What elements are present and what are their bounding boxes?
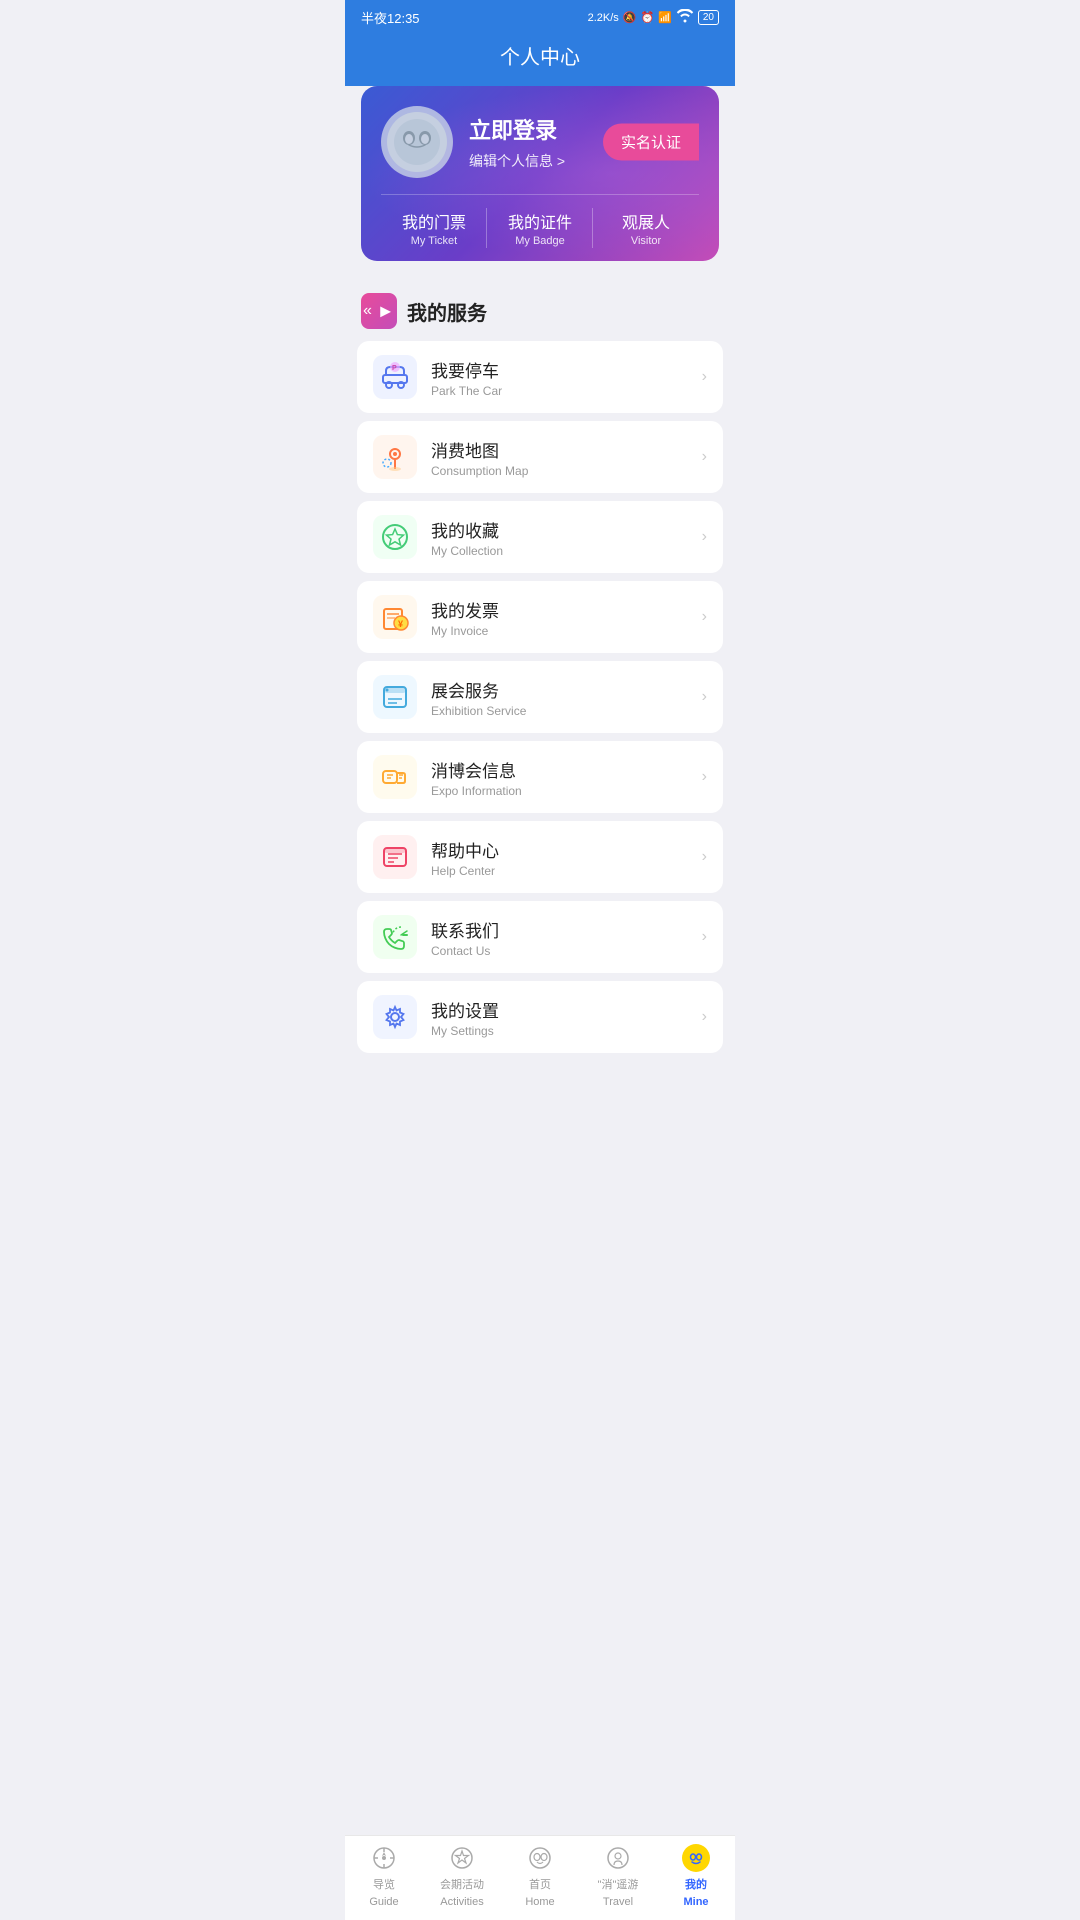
svg-text:P: P — [392, 365, 397, 372]
parking-label-zh: 我要停车 — [431, 357, 688, 382]
nav-activities-sublabel: Activities — [440, 1896, 483, 1908]
contact-label-zh: 联系我们 — [431, 917, 688, 942]
page-title: 个人中心 — [500, 47, 580, 69]
nav-mine[interactable]: 我的 Mine — [657, 1844, 735, 1908]
expo-label-en: Expo Information — [431, 784, 688, 798]
battery-indicator: 20 — [698, 10, 719, 25]
invoice-label-en: My Invoice — [431, 624, 688, 638]
real-name-button[interactable]: 实名认证 — [603, 124, 699, 161]
contact-arrow: › — [702, 928, 707, 946]
svg-text:¥: ¥ — [398, 619, 403, 629]
speed-indicator: 2.2K/s — [588, 12, 619, 24]
settings-arrow: › — [702, 1008, 707, 1026]
profile-banner: 立即登录 编辑个人信息 > 实名认证 我的门票 My Ticket 我的证件 M… — [361, 86, 719, 261]
menu-item-invoice[interactable]: ¥ 我的发票 My Invoice › — [357, 581, 723, 653]
status-icons: 2.2K/s 🔕 ⏰ 📶 20 — [588, 9, 719, 26]
map-label-zh: 消费地图 — [431, 437, 688, 462]
nav-home-sublabel: Home — [525, 1896, 554, 1908]
expo-icon — [373, 755, 417, 799]
nav-mine-sublabel: Mine — [683, 1896, 708, 1908]
exhibition-label-zh: 展会服务 — [431, 677, 688, 702]
tab-my-badge[interactable]: 我的证件 My Badge — [487, 195, 593, 261]
nav-travel[interactable]: "消"遥游 Travel — [579, 1844, 657, 1908]
help-label-en: Help Center — [431, 864, 688, 878]
mine-icon — [682, 1844, 710, 1872]
home-icon — [526, 1844, 554, 1872]
avatar — [381, 106, 453, 178]
nav-guide[interactable]: 导览 Guide — [345, 1844, 423, 1908]
travel-icon — [604, 1844, 632, 1872]
menu-item-contact[interactable]: 联系我们 Contact Us › — [357, 901, 723, 973]
help-label-zh: 帮助中心 — [431, 837, 688, 862]
expo-label-zh: 消博会信息 — [431, 757, 688, 782]
nav-activities-label: 会期活动 — [440, 1876, 484, 1892]
guide-icon — [370, 1844, 398, 1872]
mute-icon: 🔕 — [623, 11, 637, 24]
menu-item-help[interactable]: 帮助中心 Help Center › — [357, 821, 723, 893]
bottom-nav: 导览 Guide 会期活动 Activities 首页 Home — [345, 1835, 735, 1920]
status-bar: 半夜12:35 2.2K/s 🔕 ⏰ 📶 20 — [345, 0, 735, 33]
exhibition-arrow: › — [702, 688, 707, 706]
nav-travel-sublabel: Travel — [603, 1896, 633, 1908]
services-icon — [361, 293, 397, 329]
services-title: 我的服务 — [407, 297, 487, 326]
invoice-arrow: › — [702, 608, 707, 626]
contact-icon — [373, 915, 417, 959]
collection-arrow: › — [702, 528, 707, 546]
exhibition-icon — [373, 675, 417, 719]
help-icon — [373, 835, 417, 879]
menu-item-map[interactable]: 消费地图 Consumption Map › — [357, 421, 723, 493]
invoice-icon: ¥ — [373, 595, 417, 639]
menu-item-parking[interactable]: P 我要停车 Park The Car › — [357, 341, 723, 413]
map-icon — [373, 435, 417, 479]
menu-item-expo[interactable]: 消博会信息 Expo Information › — [357, 741, 723, 813]
banner-tabs: 我的门票 My Ticket 我的证件 My Badge 观展人 Visitor — [381, 194, 699, 261]
alarm-icon: ⏰ — [640, 11, 654, 24]
menu-item-collection[interactable]: 我的收藏 My Collection › — [357, 501, 723, 573]
services-section-header: 我的服务 — [345, 277, 735, 341]
map-label-en: Consumption Map — [431, 464, 688, 478]
contact-label-en: Contact Us — [431, 944, 688, 958]
invoice-label-zh: 我的发票 — [431, 597, 688, 622]
settings-label-zh: 我的设置 — [431, 997, 688, 1022]
parking-label-en: Park The Car — [431, 384, 688, 398]
status-time: 半夜12:35 — [361, 8, 420, 27]
nav-guide-sublabel: Guide — [369, 1896, 398, 1908]
page-header: 个人中心 — [345, 33, 735, 86]
menu-item-settings[interactable]: 我的设置 My Settings › — [357, 981, 723, 1053]
exhibition-label-en: Exhibition Service — [431, 704, 688, 718]
map-arrow: › — [702, 448, 707, 466]
help-arrow: › — [702, 848, 707, 866]
tab-visitor[interactable]: 观展人 Visitor — [593, 195, 699, 261]
collection-icon — [373, 515, 417, 559]
collection-label-zh: 我的收藏 — [431, 517, 688, 542]
nav-guide-label: 导览 — [373, 1876, 395, 1892]
activities-icon — [448, 1844, 476, 1872]
avatar-face — [387, 112, 447, 172]
expo-arrow: › — [702, 768, 707, 786]
menu-list: P 我要停车 Park The Car › 消费地图 Consumption M… — [345, 341, 735, 1053]
menu-item-exhibition[interactable]: 展会服务 Exhibition Service › — [357, 661, 723, 733]
wifi-icon — [676, 9, 694, 26]
nav-home-label: 首页 — [529, 1876, 551, 1892]
signal-icon: 📶 — [658, 11, 672, 24]
settings-label-en: My Settings — [431, 1024, 688, 1038]
collection-label-en: My Collection — [431, 544, 688, 558]
nav-activities[interactable]: 会期活动 Activities — [423, 1844, 501, 1908]
tab-my-ticket[interactable]: 我的门票 My Ticket — [381, 195, 487, 261]
parking-icon: P — [373, 355, 417, 399]
nav-mine-label: 我的 — [685, 1876, 707, 1892]
nav-home[interactable]: 首页 Home — [501, 1844, 579, 1908]
settings-icon — [373, 995, 417, 1039]
nav-travel-label: "消"遥游 — [598, 1876, 639, 1892]
parking-arrow: › — [702, 368, 707, 386]
